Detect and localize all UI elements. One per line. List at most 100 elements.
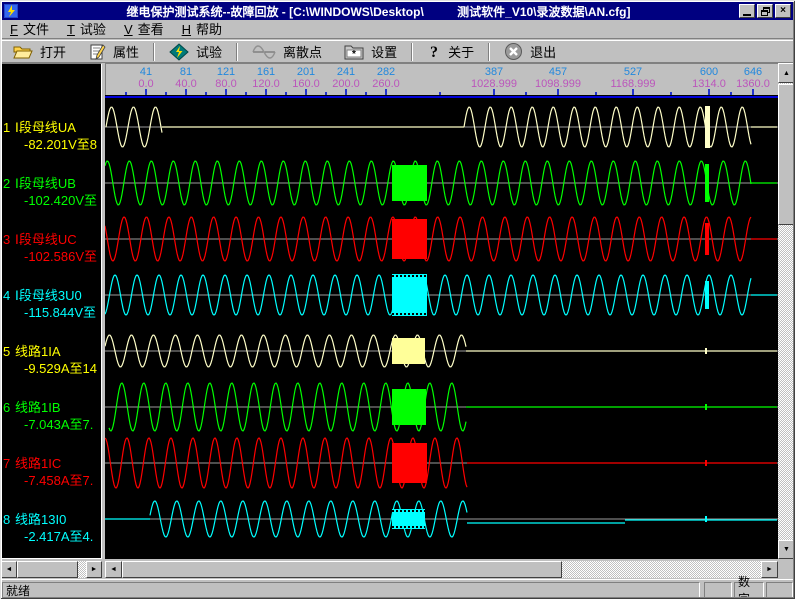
channel-number: 4 bbox=[3, 288, 10, 303]
status-panel-2 bbox=[766, 582, 793, 598]
test-button[interactable]: 试验 bbox=[158, 41, 233, 63]
properties-icon bbox=[88, 43, 106, 61]
scroll-right-button[interactable]: ► bbox=[761, 561, 778, 578]
time-cursor-mark[interactable] bbox=[705, 281, 709, 309]
open-button[interactable]: 打开 bbox=[2, 41, 77, 63]
ruler-sample-label: 600 bbox=[700, 66, 718, 78]
menu-item-view[interactable]: V查看 bbox=[116, 18, 174, 40]
channel-range: -82.201V至8 bbox=[24, 137, 97, 152]
menu-item-help[interactable]: H帮助 bbox=[174, 18, 232, 40]
scroll-up-button[interactable]: ▲ bbox=[778, 63, 795, 83]
channel-number: 1 bbox=[3, 120, 10, 135]
waveform-canvas[interactable] bbox=[105, 95, 778, 559]
channel-name: Ⅰ段母线3U0 bbox=[15, 288, 82, 303]
time-cursor-mark[interactable] bbox=[705, 404, 707, 410]
minimize-button[interactable] bbox=[739, 4, 755, 18]
ruler-sample-label: 527 bbox=[624, 66, 642, 78]
menu-item-test[interactable]: T试验 bbox=[59, 18, 116, 40]
menu-item-file[interactable]: F文件 bbox=[2, 18, 59, 40]
discrete-gap-block bbox=[392, 165, 427, 201]
channel-range: -115.844V至 bbox=[24, 305, 96, 320]
ruler-sample-label: 387 bbox=[485, 66, 503, 78]
settings-button[interactable]: * 设置 bbox=[333, 41, 408, 63]
close-icon: × bbox=[780, 6, 786, 16]
settings-folder-icon: * bbox=[344, 44, 364, 60]
time-ruler: 410.08140.012180.0161120.0201160.0241200… bbox=[105, 63, 778, 95]
svg-text:*: * bbox=[352, 49, 356, 60]
status-ready-panel: 就绪 bbox=[2, 582, 700, 598]
restore-button[interactable] bbox=[757, 4, 773, 18]
ruler-sample-label: 282 bbox=[377, 66, 395, 78]
time-cursor-mark[interactable] bbox=[705, 223, 709, 255]
toolbar: 打开 属性 试验 离散点 * 设置 bbox=[2, 40, 793, 63]
about-button[interactable]: ? 关于 bbox=[416, 41, 485, 63]
discrete-gap-block bbox=[392, 219, 427, 259]
scrollbar-corner bbox=[778, 561, 794, 578]
ruler-sample-label: 457 bbox=[549, 66, 567, 78]
toolbar-separator bbox=[411, 43, 413, 61]
v-scrollbar-thumb[interactable] bbox=[778, 84, 795, 225]
question-mark-icon: ? bbox=[427, 43, 441, 61]
channel-name: 线路1IA bbox=[15, 344, 61, 359]
channel-range: -102.420V至 bbox=[24, 193, 97, 208]
channel-range: -102.586V至 bbox=[24, 249, 97, 264]
channel-number: 3 bbox=[3, 232, 10, 247]
channel-number: 2 bbox=[3, 176, 10, 191]
properties-button[interactable]: 属性 bbox=[77, 41, 150, 63]
discrete-gap-block bbox=[392, 443, 427, 483]
toolbar-separator bbox=[236, 43, 238, 61]
window-title: 继电保护测试系统--故障回放 - [C:\WINDOWS\Desktop\ 测试… bbox=[18, 3, 739, 20]
menu-bar: F文件 T试验 V查看 H帮助 bbox=[2, 20, 793, 39]
close-button[interactable]: × bbox=[775, 4, 791, 18]
time-cursor-mark[interactable] bbox=[705, 106, 710, 148]
channel-name: 线路1IC bbox=[15, 456, 61, 471]
channel-name: Ⅰ段母线UB bbox=[15, 176, 76, 191]
channel-name: 线路1IB bbox=[15, 400, 61, 415]
scroll-left-button[interactable]: ◄ bbox=[105, 561, 122, 578]
toolbar-separator bbox=[488, 43, 490, 61]
test-lightning-icon bbox=[169, 43, 189, 61]
time-cursor-mark[interactable] bbox=[705, 348, 707, 354]
h-scrollbar-left-thumb[interactable] bbox=[17, 561, 78, 578]
toolbar-separator bbox=[153, 43, 155, 61]
channel-range: -9.529A至14 bbox=[24, 361, 97, 376]
discrete-points-button[interactable]: 离散点 bbox=[241, 41, 333, 63]
channel-number: 7 bbox=[3, 456, 10, 471]
channel-name: Ⅰ段母线UA bbox=[15, 120, 76, 135]
h-scrollbar-main-thumb[interactable] bbox=[122, 561, 562, 578]
channel-panel: 1 Ⅰ段母线UA -82.201V至8 2 Ⅰ段母线UB -102.420V至 3 Ⅰ段母线U… bbox=[1, 63, 102, 559]
time-cursor-mark[interactable] bbox=[705, 516, 707, 522]
channel-range: -7.043A至7. bbox=[24, 417, 93, 432]
scroll-down-button[interactable]: ▼ bbox=[778, 540, 795, 559]
channel-range: -2.417A至4. bbox=[24, 529, 93, 544]
ruler-sample-label: 121 bbox=[217, 66, 235, 78]
time-cursor-mark[interactable] bbox=[705, 164, 709, 202]
status-panel-1 bbox=[704, 582, 732, 598]
exit-icon bbox=[504, 42, 523, 61]
restore-icon bbox=[761, 7, 770, 16]
scroll-left-button[interactable]: ◄ bbox=[1, 561, 17, 578]
minimize-icon bbox=[743, 14, 751, 16]
status-num-indicator: 数字 bbox=[734, 582, 764, 598]
waveform-area[interactable] bbox=[105, 95, 778, 559]
ruler-sample-label: 41 bbox=[140, 66, 152, 78]
channel-number: 5 bbox=[3, 344, 10, 359]
scroll-right-button[interactable]: ► bbox=[86, 561, 102, 578]
exit-button[interactable]: 退出 bbox=[493, 41, 567, 63]
channel-number: 6 bbox=[3, 400, 10, 415]
channel-name: 线路13I0 bbox=[15, 512, 66, 527]
discrete-gap-block bbox=[392, 389, 426, 425]
app-icon bbox=[4, 4, 18, 18]
open-folder-icon bbox=[13, 44, 33, 60]
sine-wave-icon bbox=[252, 43, 276, 61]
channel-range: -7.458A至7. bbox=[24, 473, 93, 488]
channel-name: Ⅰ段母线UC bbox=[15, 232, 77, 247]
channel-number: 8 bbox=[3, 512, 10, 527]
ruler-sample-label: 201 bbox=[297, 66, 315, 78]
status-bar: 就绪 数字 bbox=[0, 579, 795, 599]
ruler-sample-label: 81 bbox=[180, 66, 192, 78]
time-cursor-mark[interactable] bbox=[705, 460, 707, 466]
ruler-sample-label: 241 bbox=[337, 66, 355, 78]
svg-text:?: ? bbox=[430, 44, 438, 61]
ruler-sample-label: 646 bbox=[744, 66, 762, 78]
